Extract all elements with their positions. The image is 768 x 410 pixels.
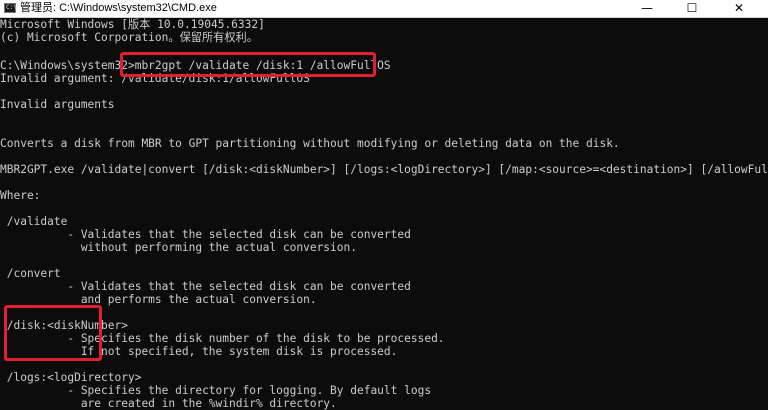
console-line: Where: bbox=[0, 189, 41, 202]
option-description: are created in the %windir% directory. bbox=[0, 397, 337, 410]
console-line: (c) Microsoft Corporation。保留所有权利。 bbox=[0, 31, 258, 44]
description-line: Converts a disk from MBR to GPT partitio… bbox=[0, 137, 620, 150]
cmd-app-icon: C:\ bbox=[4, 3, 17, 13]
option-description: - Validates that the selected disk can b… bbox=[0, 280, 411, 293]
console-line: Microsoft Windows [版本 10.0.19045.6332] bbox=[0, 18, 265, 31]
command-highlight-box bbox=[120, 52, 376, 77]
window-title: 管理员: C:\Windows\system32\CMD.exe bbox=[20, 2, 217, 14]
error-line: Invalid arguments bbox=[0, 98, 115, 111]
minimize-button[interactable]: — bbox=[630, 0, 664, 17]
usage-line: MBR2GPT.exe /validate|convert [/disk:<di… bbox=[0, 163, 768, 176]
close-button[interactable]: ✕ bbox=[722, 0, 756, 17]
option-name: /logs:<logDirectory> bbox=[0, 371, 142, 384]
option-description: - Validates that the selected disk can b… bbox=[0, 228, 411, 241]
maximize-button[interactable]: ☐ bbox=[675, 0, 709, 17]
console-output[interactable]: Microsoft Windows [版本 10.0.19045.6332] (… bbox=[0, 18, 768, 410]
option-description: - Specifies the directory for logging. B… bbox=[0, 384, 432, 397]
disk-option-highlight-box bbox=[4, 305, 102, 361]
title-bar[interactable]: C:\ 管理员: C:\Windows\system32\CMD.exe — ☐… bbox=[0, 0, 768, 18]
option-name: /validate bbox=[0, 215, 68, 228]
option-description: without performing the actual conversion… bbox=[0, 241, 357, 254]
option-name: /convert bbox=[0, 267, 61, 280]
